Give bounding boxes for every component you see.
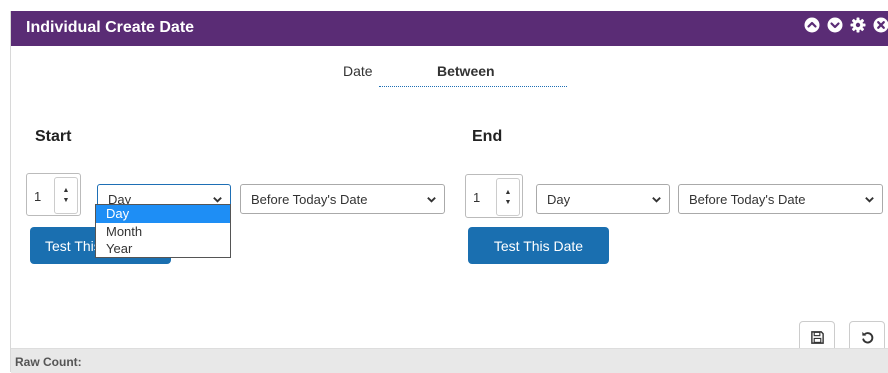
start-relation-select[interactable]: Before Today's Date: [240, 184, 445, 214]
panel-titlebar: Individual Create Date: [11, 11, 888, 46]
end-test-date-button[interactable]: Test This Date: [468, 227, 609, 264]
dropdown-option-day[interactable]: Day: [96, 205, 230, 223]
chevron-down-icon: [864, 194, 875, 205]
individual-create-date-panel: Individual Create Date: [10, 11, 888, 372]
end-label: End: [472, 128, 502, 146]
start-quantity-stepper[interactable]: 1 ▲ ▼: [26, 173, 81, 216]
chevron-down-icon: [651, 194, 662, 205]
decrement-arrow-icon[interactable]: ▼: [505, 199, 512, 206]
gear-icon[interactable]: [850, 17, 866, 33]
raw-count-label: Raw Count:: [15, 355, 82, 369]
chevron-down-icon: [426, 194, 437, 205]
chevron-up-circle-icon[interactable]: [804, 17, 820, 33]
chevron-down-circle-icon[interactable]: [827, 17, 843, 33]
end-relation-select[interactable]: Before Today's Date: [678, 184, 883, 214]
start-stepper-arrows[interactable]: ▲ ▼: [54, 177, 78, 214]
end-relation-value: Before Today's Date: [689, 192, 805, 207]
panel-title: Individual Create Date: [26, 19, 194, 37]
titlebar-controls: [804, 17, 888, 37]
undo-icon: [860, 330, 875, 345]
end-stepper-arrows[interactable]: ▲ ▼: [496, 178, 520, 216]
tab-between[interactable]: Between: [437, 63, 495, 79]
date-mode-tabs: Date Between: [11, 63, 888, 93]
start-label: Start: [35, 128, 71, 146]
end-quantity-value: 1: [473, 190, 480, 205]
end-unit-value: Day: [547, 192, 570, 207]
active-tab-underline: [379, 86, 567, 87]
end-quantity-stepper[interactable]: 1 ▲ ▼: [465, 174, 523, 218]
increment-arrow-icon[interactable]: ▲: [505, 189, 512, 196]
increment-arrow-icon[interactable]: ▲: [63, 187, 70, 194]
start-relation-value: Before Today's Date: [251, 192, 367, 207]
start-quantity-value: 1: [34, 189, 41, 204]
end-unit-select[interactable]: Day: [536, 184, 670, 214]
decrement-arrow-icon[interactable]: ▼: [63, 197, 70, 204]
tab-date[interactable]: Date: [343, 63, 373, 79]
dropdown-option-month[interactable]: Month: [96, 223, 230, 241]
save-icon: [810, 330, 825, 345]
start-unit-dropdown: Day Month Year: [95, 204, 231, 258]
dropdown-option-year[interactable]: Year: [96, 240, 230, 258]
raw-count-footer: Raw Count:: [11, 348, 888, 373]
close-circle-icon[interactable]: [873, 17, 888, 33]
